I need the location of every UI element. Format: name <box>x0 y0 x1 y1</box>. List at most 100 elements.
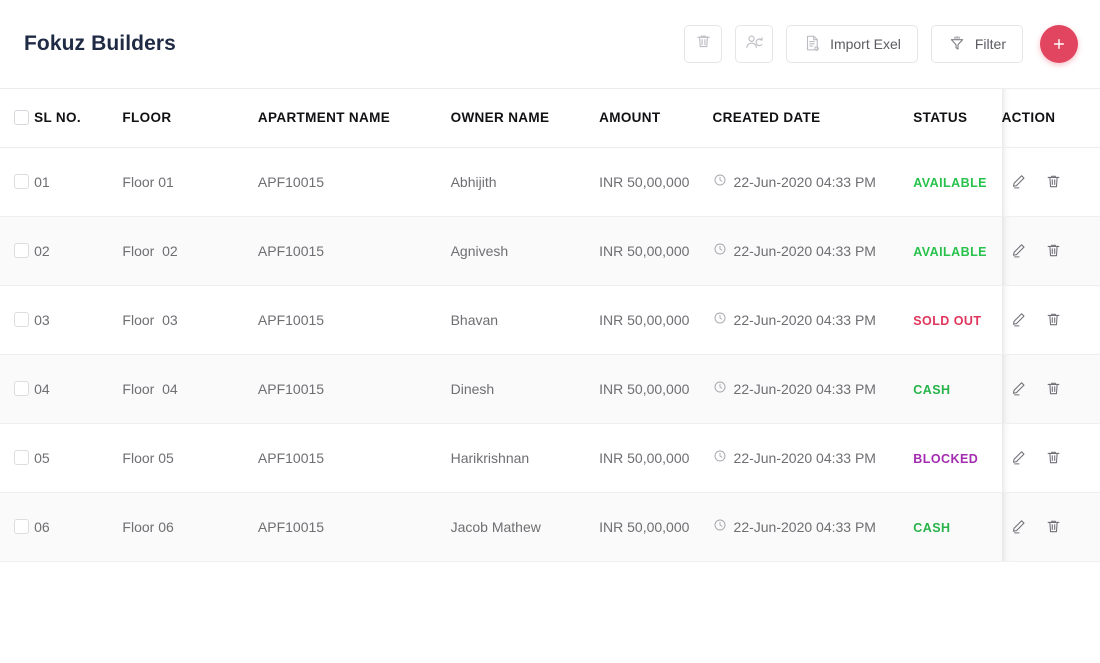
row-select-cell <box>0 492 35 562</box>
column-header-sl-no[interactable]: SL NO. <box>34 89 123 148</box>
column-header-floor[interactable]: FLOOR <box>122 89 258 148</box>
cell-created-date: 22-Jun-2020 04:33 PM <box>712 147 914 217</box>
cell-sl-no: 05 <box>34 423 123 493</box>
edit-row-button[interactable] <box>1010 242 1027 259</box>
cell-sl-no: 01 <box>34 147 123 217</box>
cell-sl-no: 02 <box>34 216 123 286</box>
row-select-cell <box>0 354 35 424</box>
cell-apartment-name: APF10015 <box>257 216 451 286</box>
table-header-row: SL NO. FLOOR APARTMENT NAME OWNER NAME A… <box>0 89 1100 148</box>
row-checkbox[interactable] <box>14 519 29 534</box>
cell-action <box>1001 423 1100 493</box>
cell-apartment-name: APF10015 <box>257 423 451 493</box>
header-toolbar: Import Exel Filter <box>684 25 1078 63</box>
cell-owner-name: Abhijith <box>450 147 600 217</box>
cell-status: CASH <box>913 354 1002 424</box>
cell-amount: INR 50,00,000 <box>599 147 713 217</box>
edit-row-button[interactable] <box>1010 173 1027 190</box>
table-header: SL NO. FLOOR APARTMENT NAME OWNER NAME A… <box>0 89 1100 148</box>
row-checkbox[interactable] <box>14 243 29 258</box>
cell-owner-name: Bhavan <box>450 285 600 355</box>
table-row[interactable]: 01 Floor 01 APF10015 Abhijith INR 50,00,000 2… <box>0 147 1100 217</box>
cell-created-date: 22-Jun-2020 04:33 PM <box>712 216 914 286</box>
cell-floor: Floor 03 <box>122 285 258 355</box>
trash-icon <box>695 33 712 55</box>
column-header-owner-name[interactable]: OWNER NAME <box>450 89 600 148</box>
delete-row-button[interactable] <box>1045 518 1062 535</box>
assign-user-button[interactable] <box>735 25 774 63</box>
cell-sl-no: 03 <box>34 285 123 355</box>
funnel-icon <box>948 34 966 55</box>
filter-button[interactable]: Filter <box>930 25 1023 63</box>
cell-amount: INR 50,00,000 <box>599 423 713 493</box>
status-badge: CASH <box>913 520 951 535</box>
edit-row-button[interactable] <box>1010 518 1027 535</box>
add-button[interactable] <box>1040 25 1078 63</box>
row-select-cell <box>0 147 35 217</box>
cell-apartment-name: APF10015 <box>257 147 451 217</box>
edit-row-button[interactable] <box>1010 380 1027 397</box>
table-row[interactable]: 04 Floor 04 APF10015 Dinesh INR 50,00,000 22-… <box>0 354 1100 424</box>
cell-created-date: 22-Jun-2020 04:33 PM <box>712 285 914 355</box>
page-header: Fokuz Builders Import Exel Filter <box>0 0 1100 88</box>
table-row[interactable]: 06 Floor 06 APF10015 Jacob Mathew INR 50,00,… <box>0 492 1100 562</box>
document-icon <box>803 34 821 55</box>
row-checkbox[interactable] <box>14 450 29 465</box>
cell-status: BLOCKED <box>913 423 1002 493</box>
status-badge: AVAILABLE <box>913 244 987 259</box>
clock-icon <box>713 173 727 190</box>
table-row[interactable]: 02 Floor 02 APF10015 Agnivesh INR 50,00,000 2… <box>0 216 1100 286</box>
apartments-table: SL NO. FLOOR APARTMENT NAME OWNER NAME A… <box>0 88 1100 562</box>
clock-icon <box>713 242 727 259</box>
delete-row-button[interactable] <box>1045 380 1062 397</box>
page-title: Fokuz Builders <box>24 32 176 55</box>
delete-row-button[interactable] <box>1045 449 1062 466</box>
column-header-apartment-name[interactable]: APARTMENT NAME <box>257 89 451 148</box>
cell-status: AVAILABLE <box>913 216 1002 286</box>
select-all-checkbox[interactable] <box>14 110 29 126</box>
import-excel-label: Import Exel <box>830 36 901 52</box>
column-header-created-date[interactable]: CREATED DATE <box>712 89 914 148</box>
edit-row-button[interactable] <box>1010 449 1027 466</box>
cell-sl-no: 06 <box>34 492 123 562</box>
cell-sl-no: 04 <box>34 354 123 424</box>
column-header-amount[interactable]: AMOUNT <box>599 89 713 148</box>
created-date-text: 22-Jun-2020 04:33 PM <box>733 173 876 190</box>
row-select-cell <box>0 423 35 493</box>
cell-amount: INR 50,00,000 <box>599 216 713 286</box>
row-checkbox[interactable] <box>14 381 29 396</box>
edit-row-button[interactable] <box>1010 311 1027 328</box>
cell-created-date: 22-Jun-2020 04:33 PM <box>712 354 914 424</box>
cell-floor: Floor 05 <box>122 423 258 493</box>
clock-icon <box>713 311 727 328</box>
column-header-action: ACTION <box>1001 89 1100 148</box>
status-badge: SOLD OUT <box>913 313 982 328</box>
delete-button[interactable] <box>684 25 723 63</box>
cell-owner-name: Agnivesh <box>450 216 600 286</box>
delete-row-button[interactable] <box>1045 242 1062 259</box>
select-all-cell <box>0 89 35 148</box>
cell-amount: INR 50,00,000 <box>599 285 713 355</box>
delete-row-button[interactable] <box>1045 311 1062 328</box>
cell-floor: Floor 06 <box>122 492 258 562</box>
cell-owner-name: Jacob Mathew <box>450 492 600 562</box>
table-row[interactable]: 03 Floor 03 APF10015 Bhavan INR 50,00,000 22-… <box>0 285 1100 355</box>
row-checkbox[interactable] <box>14 174 29 189</box>
cell-floor: Floor 01 <box>122 147 258 217</box>
assign-user-icon <box>745 33 764 56</box>
cell-owner-name: Harikrishnan <box>450 423 600 493</box>
clock-icon <box>713 380 727 397</box>
cell-amount: INR 50,00,000 <box>599 354 713 424</box>
cell-apartment-name: APF10015 <box>257 285 451 355</box>
created-date-text: 22-Jun-2020 04:33 PM <box>733 311 876 328</box>
plus-icon <box>1051 36 1067 52</box>
cell-status: CASH <box>913 492 1002 562</box>
cell-action <box>1001 147 1100 217</box>
column-header-status[interactable]: STATUS <box>913 89 1002 148</box>
cell-created-date: 22-Jun-2020 04:33 PM <box>712 423 914 493</box>
delete-row-button[interactable] <box>1045 173 1062 190</box>
row-checkbox[interactable] <box>14 312 29 327</box>
created-date-text: 22-Jun-2020 04:33 PM <box>733 380 876 397</box>
table-row[interactable]: 05 Floor 05 APF10015 Harikrishnan INR 50,00,… <box>0 423 1100 493</box>
import-excel-button[interactable]: Import Exel <box>786 25 918 63</box>
